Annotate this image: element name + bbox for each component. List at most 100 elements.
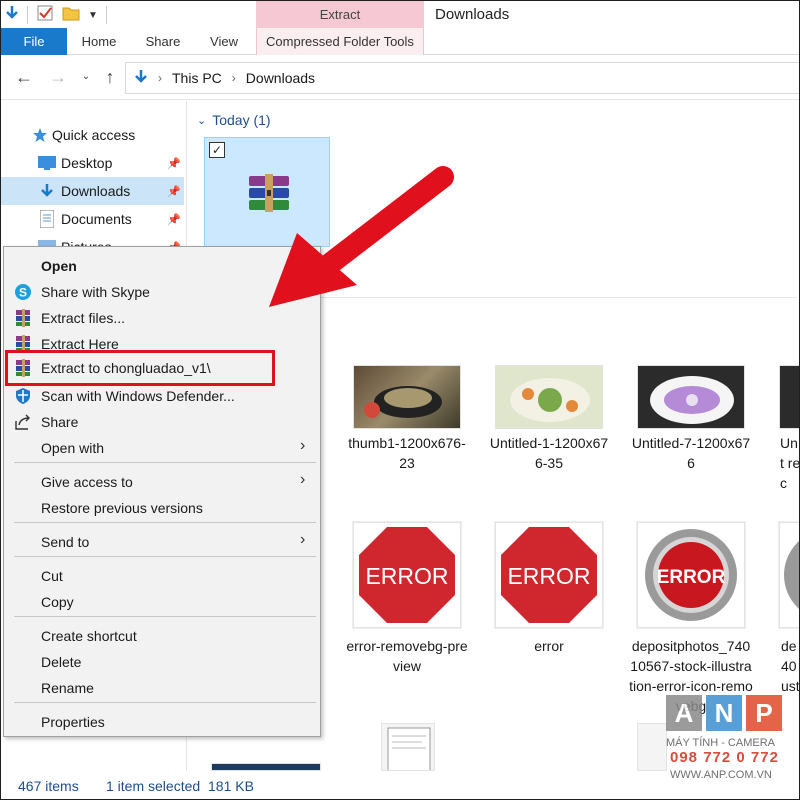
sidebar-item-documents[interactable]: Documents 📌 (1, 205, 184, 233)
file-name[interactable]: Untitled-7-1200x676 (629, 433, 753, 473)
tab-home[interactable]: Home (71, 28, 127, 55)
thumbnail-image[interactable] (353, 365, 461, 429)
thumbnail-image[interactable] (211, 763, 321, 771)
file-name[interactable]: de 40 ust (781, 636, 799, 696)
menu-item-open[interactable]: Open (4, 253, 320, 279)
menu-item-label: Open (41, 258, 77, 274)
breadcrumb-downloads[interactable]: Downloads (246, 70, 315, 86)
breadcrumb-this-pc[interactable]: This PC (172, 70, 222, 86)
quick-access-toolbar: ▼ (1, 1, 256, 29)
file-name[interactable]: error (487, 636, 611, 656)
status-selection: 1 item selected (106, 778, 201, 794)
anp-watermark-logo: A N P MÁY TÍNH - CAMERA 098 772 0 772 WW… (666, 695, 786, 787)
submenu-chevron-icon: › (300, 471, 306, 488)
pin-icon[interactable]: 📌 (167, 213, 181, 226)
menu-item-open-with[interactable]: Open with › (4, 435, 320, 461)
watermark-letter: P (746, 695, 782, 731)
menu-item-share[interactable]: Share (4, 409, 320, 435)
tab-share[interactable]: Share (137, 28, 189, 55)
sidebar-item-quick-access[interactable]: Quick access (1, 121, 184, 149)
group-header-today[interactable]: ⌄ Today (1) (197, 112, 271, 128)
error-badge-text: ERROR (365, 563, 448, 589)
context-menu: Open S Share with Skype Extract files...… (3, 246, 321, 737)
menu-separator (14, 616, 316, 617)
properties-icon[interactable] (36, 4, 54, 27)
address-bar[interactable]: › This PC › Downloads (125, 62, 799, 94)
forward-arrow-icon[interactable]: → (47, 66, 69, 88)
toolbar-divider (27, 6, 28, 24)
menu-item-cut[interactable]: Cut (4, 563, 320, 589)
recent-locations-chevron-icon[interactable]: ⌄ (75, 66, 97, 88)
file-name[interactable]: thumb1-1200x676-23 (345, 433, 469, 473)
error-circle-icon: ERROR (645, 529, 737, 621)
skype-icon: S (14, 283, 32, 301)
selected-archive-file[interactable]: ✓ (204, 137, 330, 247)
pin-icon[interactable]: 📌 (167, 185, 181, 198)
menu-item-extract-files[interactable]: Extract files... (4, 305, 320, 331)
thumbnail-image[interactable] (495, 365, 603, 429)
sidebar-item-label: Desktop (61, 155, 113, 171)
breadcrumb-chevron-icon[interactable]: › (158, 71, 162, 85)
menu-item-rename[interactable]: Rename (4, 675, 320, 701)
watermark-letter: A (666, 695, 702, 731)
new-folder-icon[interactable] (62, 5, 80, 26)
navigation-bar: ← → ⌄ ↑ › This PC › Downloads (1, 56, 799, 100)
menu-separator (14, 702, 316, 703)
menu-item-copy[interactable]: Copy (4, 589, 320, 615)
menu-item-delete[interactable]: Delete (4, 649, 320, 675)
error-stop-sign-icon: ERROR (359, 527, 455, 623)
menu-item-label: Create shortcut (41, 628, 137, 644)
file-name[interactable]: Unt rec (780, 433, 799, 493)
menu-item-send-to[interactable]: Send to › (4, 529, 320, 555)
menu-item-label: Rename (41, 680, 94, 696)
menu-item-label: Cut (41, 568, 63, 584)
menu-item-create-shortcut[interactable]: Create shortcut (4, 623, 320, 649)
menu-item-properties[interactable]: Properties (4, 709, 320, 735)
star-icon (31, 126, 49, 144)
checkbox-checked-icon[interactable]: ✓ (209, 142, 225, 158)
menu-item-scan-with-defender[interactable]: Scan with Windows Defender... (4, 383, 320, 409)
menu-item-label: Copy (41, 594, 74, 610)
thumbnail-image[interactable] (381, 723, 435, 771)
pin-icon[interactable]: 📌 (167, 157, 181, 170)
status-item-count: 467 items (18, 778, 79, 794)
breadcrumb-chevron-icon[interactable]: › (232, 71, 236, 85)
back-arrow-icon[interactable]: ← (13, 66, 35, 88)
winrar-archive-icon (249, 174, 289, 212)
menu-item-extract-to-folder[interactable]: Extract to chongluadao_v1\ (5, 350, 275, 386)
thumbnail-image[interactable]: ERROR (353, 522, 461, 628)
thumbnail-image[interactable] (779, 522, 799, 628)
error-badge-text: ERROR (657, 567, 726, 588)
file-name[interactable]: error-removebg-preview (345, 636, 469, 676)
sidebar-item-label: Downloads (61, 183, 131, 199)
submenu-chevron-icon: › (300, 437, 306, 454)
collapse-chevron-icon[interactable]: ⌄ (197, 114, 206, 127)
thumbnail-image[interactable] (637, 365, 745, 429)
file-explorer-window: ▼ Extract Downloads File Home Share View… (0, 0, 800, 800)
desktop-icon (38, 154, 56, 172)
error-stop-sign-icon: ERROR (501, 527, 597, 623)
share-icon (14, 413, 32, 431)
download-arrow-icon (38, 182, 56, 200)
tab-file[interactable]: File (1, 28, 67, 55)
group-header-label: Today (1) (212, 112, 271, 128)
menu-item-share-with-skype[interactable]: S Share with Skype (4, 279, 320, 305)
download-arrow-icon[interactable] (5, 5, 19, 26)
menu-item-label: Extract files... (41, 310, 126, 326)
tab-compressed-folder-tools[interactable]: Compressed Folder Tools (256, 28, 424, 55)
menu-item-restore-previous-versions[interactable]: Restore previous versions (4, 495, 320, 521)
thumbnail-image[interactable]: ERROR (637, 522, 745, 628)
customize-toolbar-icon[interactable]: ▼ (88, 10, 98, 21)
sidebar-item-downloads[interactable]: Downloads 📌 (1, 177, 184, 205)
up-arrow-icon[interactable]: ↑ (99, 66, 121, 88)
menu-item-give-access-to[interactable]: Give access to › (4, 469, 320, 495)
thumbnail-image[interactable] (779, 365, 799, 429)
sidebar-item-desktop[interactable]: Desktop 📌 (1, 149, 184, 177)
menu-item-label: Properties (41, 714, 105, 730)
watermark-subtitle: MÁY TÍNH - CAMERA (666, 737, 775, 749)
menu-item-label: Restore previous versions (41, 500, 203, 516)
thumbnail-image[interactable]: ERROR (495, 522, 603, 628)
file-name[interactable]: Untitled-1-1200x676-35 (487, 433, 611, 473)
thumbnail-image[interactable] (637, 723, 667, 771)
tab-view[interactable]: View (199, 28, 249, 55)
